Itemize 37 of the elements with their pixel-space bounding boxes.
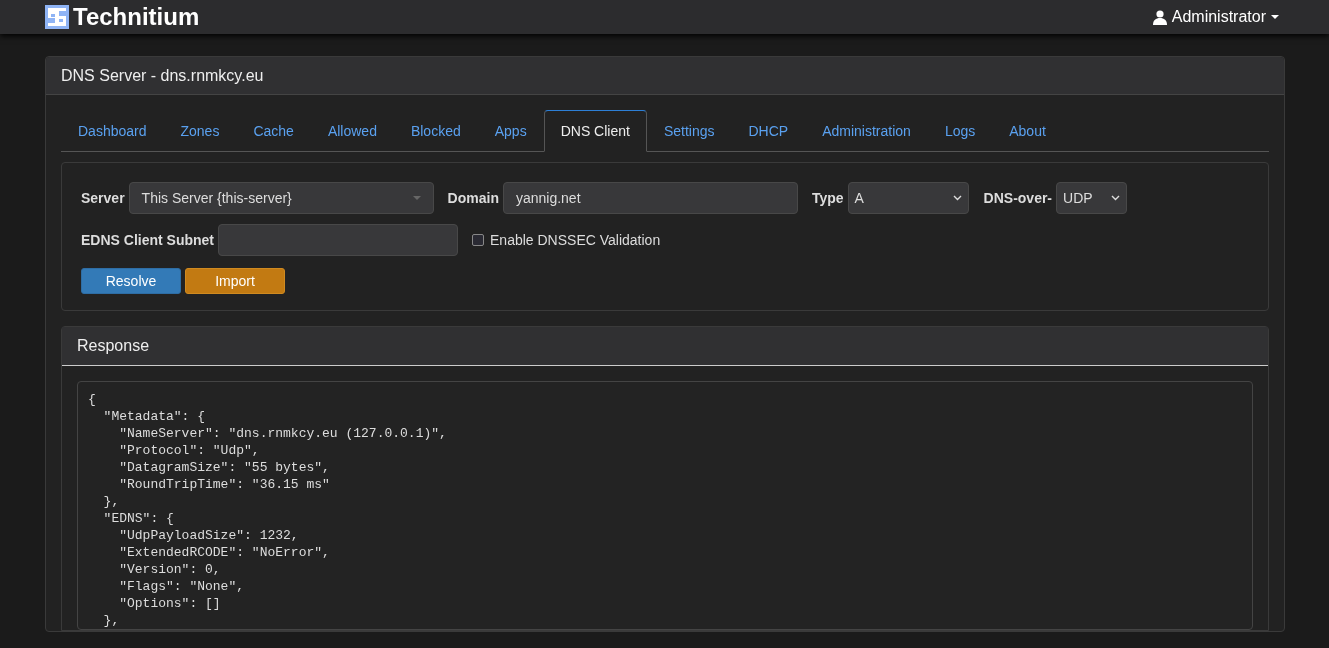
nav-tab[interactable]: Allowed bbox=[310, 110, 394, 152]
nav-tab[interactable]: DNS Client bbox=[543, 110, 647, 152]
nav-tab[interactable]: Dashboard bbox=[61, 110, 164, 152]
field-label: Domain bbox=[447, 190, 499, 206]
import-button[interactable]: Import bbox=[185, 268, 285, 294]
nav-tab[interactable]: DHCP bbox=[731, 110, 806, 152]
dnssec-checkbox[interactable] bbox=[472, 234, 484, 246]
brand-name[interactable]: Technitium bbox=[73, 3, 200, 31]
nav-tab[interactable]: Logs bbox=[927, 110, 993, 152]
edns-subnet-field[interactable] bbox=[218, 224, 458, 256]
panel-title: DNS Server - dns.rnmkcy.eu bbox=[61, 66, 264, 85]
caret-icon bbox=[412, 196, 421, 200]
nav-tab[interactable]: Apps bbox=[477, 110, 544, 152]
logo-icon bbox=[45, 5, 69, 29]
field-label: Server bbox=[81, 190, 125, 206]
resolve-button[interactable]: Resolve bbox=[81, 268, 181, 294]
nav-tab[interactable]: About bbox=[992, 110, 1063, 152]
response-json: { "Metadata": { "NameServer": "dns.rnmkcy.eu (127.0.0.1)", "Protocol": "Udp", "DatagramSize": "55 bytes", "RoundTripTime": "36.15 ms" }, "EDNS": { "UdpPayloadSize": 1232, "ExtendedRCODE": "NoError", "Version": 0, "Flags": "None", "Options": [] }, bbox=[77, 381, 1253, 630]
field-label: Type bbox=[811, 190, 844, 206]
type-select[interactable]: A bbox=[847, 182, 969, 214]
nav-tab[interactable]: Administration bbox=[805, 110, 928, 152]
field-label: EDNS Client Subnet bbox=[81, 232, 214, 248]
user-icon bbox=[1152, 9, 1167, 25]
nav-tab[interactable]: Blocked bbox=[393, 110, 478, 152]
domain-field[interactable]: yannig.net bbox=[502, 182, 798, 214]
user-menu[interactable]: Administrator bbox=[1152, 8, 1279, 26]
response-title: Response bbox=[77, 337, 150, 355]
chevron-icon bbox=[1111, 195, 1121, 201]
caret-icon bbox=[1271, 15, 1279, 19]
field-label: DNS-over- bbox=[983, 190, 1053, 206]
chevron-icon bbox=[952, 195, 962, 201]
nav-tab[interactable]: Zones bbox=[163, 110, 237, 152]
checkbox-label: Enable DNSSEC Validation bbox=[490, 232, 661, 248]
protocol-select[interactable]: UDP bbox=[1056, 182, 1128, 214]
server-select[interactable]: This Server {this-server} bbox=[128, 182, 434, 214]
nav-tab[interactable]: Settings bbox=[646, 110, 732, 152]
nav-tab[interactable]: Cache bbox=[236, 110, 311, 152]
